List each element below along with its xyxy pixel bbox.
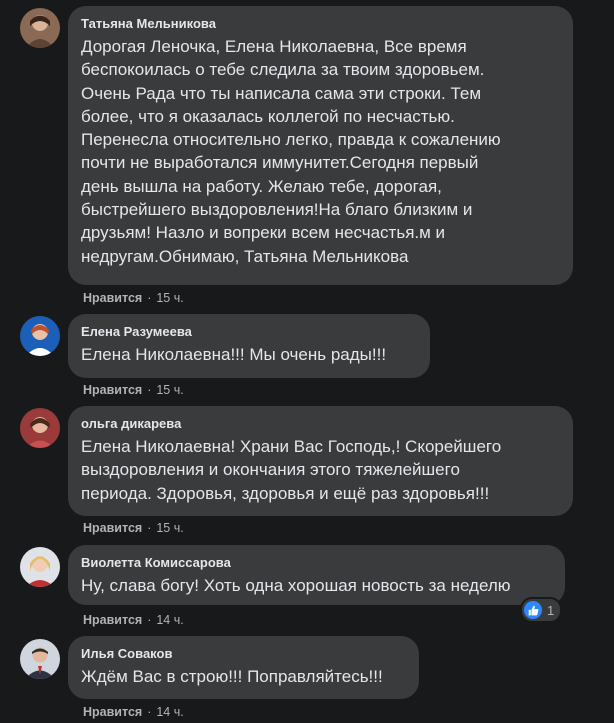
comment-text: Елена Николаевна!!! Мы очень рады!!!	[81, 345, 387, 364]
like-button[interactable]: Нравится	[83, 705, 142, 719]
comment-bubble: Татьяна Мельникова Дорогая Леночка, Елен…	[68, 6, 573, 285]
like-button[interactable]: Нравится	[83, 521, 142, 535]
comment-text: Ждём Вас в строю!!! Поправляйтесь!!!	[81, 667, 383, 686]
separator: ·	[147, 521, 152, 535]
avatar[interactable]	[20, 8, 60, 48]
comment-timestamp[interactable]: 15 ч.	[156, 521, 183, 535]
separator: ·	[147, 291, 152, 305]
comment-author[interactable]: ольга дикарева	[81, 415, 560, 433]
comment-bubble: Илья Соваков Ждём Вас в строю!!! Поправл…	[68, 636, 419, 699]
avatar[interactable]	[20, 408, 60, 448]
comment-actions: Нравится · 15 ч.	[83, 290, 184, 306]
comment-actions: Нравится · 14 ч.	[83, 612, 184, 628]
like-button[interactable]: Нравится	[83, 291, 142, 305]
comment-timestamp[interactable]: 15 ч.	[156, 383, 183, 397]
comment-actions: Нравится · 15 ч.	[83, 520, 184, 536]
avatar[interactable]	[20, 639, 60, 679]
comment-author[interactable]: Елена Разумеева	[81, 323, 417, 341]
comment-bubble: ольга дикарева Елена Николаевна! Храни В…	[68, 406, 573, 516]
comment-actions: Нравится · 14 ч.	[83, 704, 184, 720]
comment-timestamp[interactable]: 14 ч.	[156, 705, 183, 719]
reaction-summary[interactable]: 1	[520, 597, 563, 623]
avatar[interactable]	[20, 547, 60, 587]
separator: ·	[147, 705, 152, 719]
separator: ·	[147, 613, 152, 627]
separator: ·	[147, 383, 152, 397]
reaction-count: 1	[547, 602, 555, 618]
comment-actions: Нравится · 15 ч.	[83, 382, 184, 398]
comment-timestamp[interactable]: 15 ч.	[156, 291, 183, 305]
comment-list: Татьяна Мельникова Дорогая Леночка, Елен…	[0, 0, 614, 723]
comment-timestamp[interactable]: 14 ч.	[156, 613, 183, 627]
comment-author[interactable]: Виолетта Комиссарова	[81, 554, 552, 572]
like-button[interactable]: Нравится	[83, 383, 142, 397]
comment-author[interactable]: Илья Соваков	[81, 645, 406, 663]
comment-text: Ну, слава богу! Хоть одна хорошая новост…	[81, 576, 511, 595]
avatar[interactable]	[20, 316, 60, 356]
comment-text: Елена Николаевна! Храни Вас Господь,! Ск…	[81, 437, 502, 503]
comment-bubble: Виолетта Комиссарова Ну, слава богу! Хот…	[68, 545, 565, 605]
comment-author[interactable]: Татьяна Мельникова	[81, 15, 560, 33]
comment-bubble: Елена Разумеева Елена Николаевна!!! Мы о…	[68, 314, 430, 378]
like-icon	[524, 601, 542, 619]
comment-text: Дорогая Леночка, Елена Николаевна, Все в…	[81, 37, 501, 266]
like-button[interactable]: Нравится	[83, 613, 142, 627]
